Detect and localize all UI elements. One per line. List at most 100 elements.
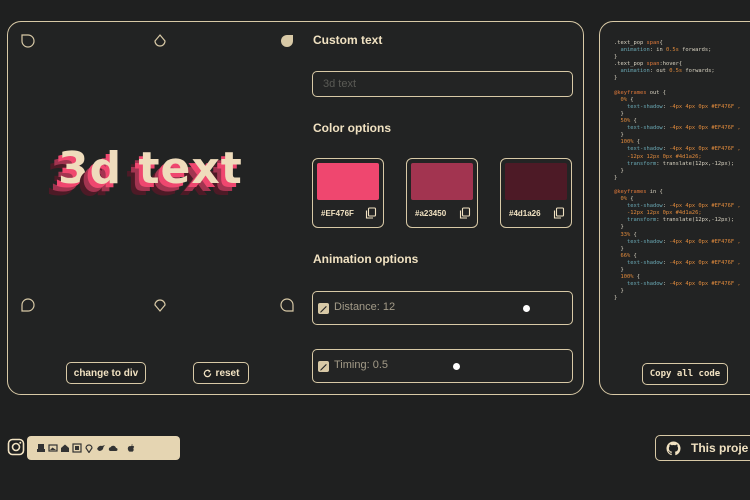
distance-slider-track[interactable]	[373, 305, 562, 312]
code-line: text-shadow: -4px 4px 0px #EF476F ,	[614, 260, 741, 267]
code-token: animation	[614, 68, 650, 75]
preview-3d-text[interactable]: 3d text	[58, 143, 243, 194]
code-token: :hover{	[659, 61, 683, 68]
code-line: 0% {	[614, 196, 741, 203]
code-token: text-shadow	[614, 281, 663, 288]
copy-icon[interactable]	[459, 206, 471, 219]
code-token: {	[633, 139, 640, 146]
code-line: }	[614, 54, 741, 61]
copy-icon[interactable]	[553, 206, 565, 219]
cloud-icon[interactable]	[108, 443, 118, 453]
code-line: @keyframes out {	[614, 90, 741, 97]
code-token: {	[630, 231, 637, 238]
code-token: 66%	[614, 252, 631, 259]
code-line: }	[614, 75, 741, 82]
preview-first-char: 3	[58, 143, 90, 194]
code-token: -4px 4px 0px #EF476F ,	[669, 146, 741, 153]
code-token: -12px 12px 0px #4d1a26;	[614, 210, 702, 217]
code-token: {	[630, 118, 637, 125]
color-chip[interactable]	[411, 163, 473, 200]
color-swatch-card[interactable]: #4d1a26	[500, 158, 572, 228]
instagram-icon[interactable]	[7, 438, 25, 456]
code-token: }	[614, 288, 624, 295]
code-line: text-shadow: -4px 4px 0px #EF476F ,	[614, 281, 741, 288]
code-token: @keyframes	[614, 89, 647, 96]
social-icons-bar	[27, 436, 180, 460]
code-token: 100%	[614, 139, 634, 146]
code-token: animation	[614, 47, 650, 54]
code-token: -4px 4px 0px #EF476F ,	[669, 103, 741, 110]
code-line: text-shadow: -4px 4px 0px #EF476F ,	[614, 146, 741, 153]
code-line: }	[614, 246, 741, 253]
code-line: text-shadow: -4px 4px 0px #EF476F ,	[614, 239, 741, 246]
code-token: text-shadow	[614, 103, 663, 110]
code-token: in {	[646, 188, 663, 195]
code-token: }	[614, 75, 618, 82]
code-token: forwards;	[682, 68, 715, 75]
timing-slider-thumb[interactable]	[452, 363, 460, 370]
code-token: : translate(12px,-12px);	[656, 160, 735, 167]
code-line: -12px 12px 0px #4d1a26;	[614, 210, 741, 217]
code-token: 0.5s	[669, 68, 683, 75]
drop-shape-icon	[21, 34, 35, 48]
pencil-check-icon[interactable]	[318, 303, 329, 314]
timing-slider-row: Timing: 0.5	[312, 349, 573, 383]
code-line: transform: translate(12px,-12px);	[614, 161, 741, 168]
this-project-button[interactable]: This proje	[655, 435, 750, 461]
code-token: 50%	[614, 118, 631, 125]
distance-slider-thumb[interactable]	[522, 305, 530, 312]
code-line: }	[614, 168, 741, 175]
bird-icon[interactable]	[96, 443, 106, 453]
this-project-label: This proje	[691, 441, 749, 455]
code-token: {	[659, 40, 663, 46]
location-icon[interactable]	[84, 443, 94, 453]
code-token: 100%	[614, 274, 634, 281]
preview-rest-text: d text	[89, 143, 243, 194]
code-line: -12px 12px 0px #4d1a26;	[614, 154, 741, 161]
code-token: }	[614, 110, 624, 117]
code-token: transform	[614, 217, 657, 224]
code-line: }	[614, 267, 741, 274]
code-line: 100% {	[614, 274, 741, 281]
code-token: }	[614, 167, 624, 174]
color-swatch-card[interactable]: #a23450	[406, 158, 478, 228]
code-token: 0%	[614, 196, 627, 203]
copy-icon[interactable]	[365, 206, 377, 219]
code-token: : in	[649, 47, 666, 54]
image-icon[interactable]	[48, 443, 58, 453]
code-token: text-shadow	[614, 125, 663, 132]
code-token: text-shadow	[614, 259, 663, 266]
custom-text-input[interactable]	[312, 71, 573, 97]
code-line: .text_pop span{	[614, 40, 741, 47]
code-token: }	[614, 174, 618, 181]
change-to-div-button[interactable]: change to div	[66, 362, 146, 384]
code-token: }	[614, 245, 624, 252]
code-token: {	[626, 96, 634, 103]
color-swatch-card[interactable]: #EF476F	[312, 158, 384, 228]
pencil-check-icon[interactable]	[318, 361, 329, 372]
copy-all-code-button[interactable]: Copy all code	[642, 363, 728, 385]
code-token: }	[614, 224, 624, 231]
code-token: {	[633, 274, 640, 281]
code-token: @keyframes	[614, 188, 647, 195]
drop-shape-icon	[153, 298, 167, 312]
code-line: 100% {	[614, 139, 741, 146]
code-line: }	[614, 288, 741, 295]
code-token: -4px 4px 0px #EF476F ,	[669, 281, 741, 288]
code-token: .text_pop	[614, 40, 647, 46]
code-token: 33%	[614, 231, 631, 238]
reset-button[interactable]: reset	[193, 362, 249, 384]
frame-icon[interactable]	[72, 443, 82, 453]
house-icon[interactable]	[60, 443, 70, 453]
drop-shape-icon	[153, 34, 167, 48]
color-chip[interactable]	[505, 163, 567, 200]
robot-icon[interactable]	[36, 443, 46, 453]
code-line: 0% {	[614, 97, 741, 104]
code-token: -4px 4px 0px #EF476F ,	[669, 125, 741, 132]
timing-slider-track[interactable]	[373, 363, 562, 370]
apple-icon[interactable]	[126, 443, 136, 453]
code-token: }	[614, 54, 618, 61]
color-chip[interactable]	[317, 163, 379, 200]
